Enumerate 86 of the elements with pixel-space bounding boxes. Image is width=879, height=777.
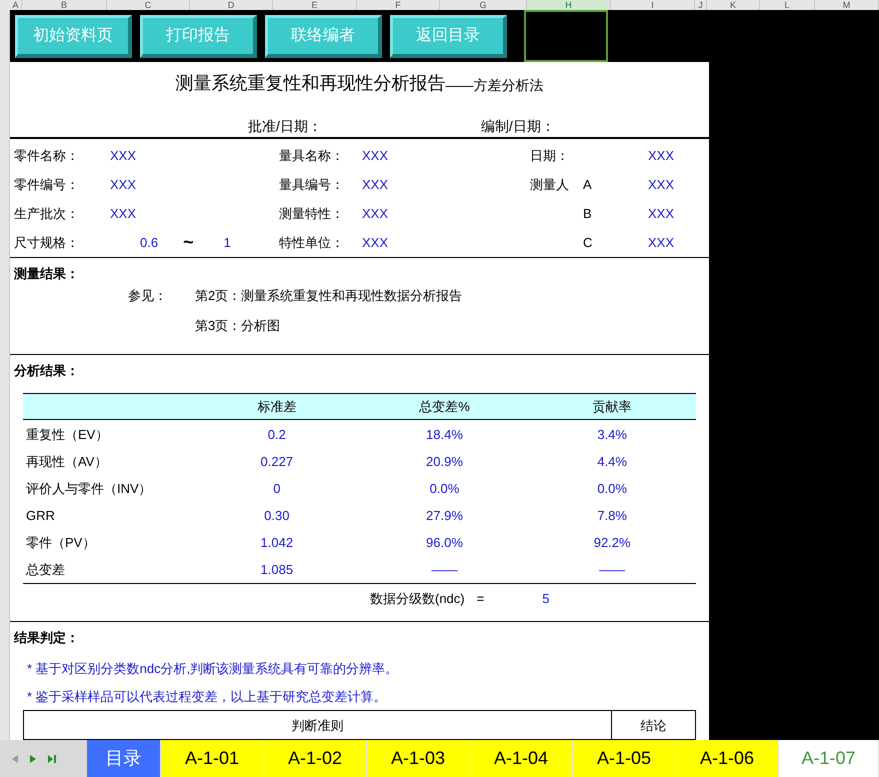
approval-label: 批准/日期： (248, 117, 322, 136)
field-value: XXX (362, 146, 390, 165)
table-cell-text: 1.042 (260, 534, 294, 552)
sheet-tab[interactable]: 目录 (87, 740, 161, 777)
column-heading: 总变差% (418, 398, 471, 416)
column-heading: 贡献率 (592, 398, 633, 416)
column-heading: 标准差 (256, 398, 298, 416)
table-cell-text: 0.227 (260, 452, 294, 471)
field-label: 日期： (530, 146, 570, 165)
table-cell-text: 20.9% (425, 452, 464, 471)
field-value: XXX (648, 146, 676, 165)
column-heading: 判断准则 (24, 711, 612, 739)
field-value: 1 (224, 234, 231, 252)
field-label: 零件名称： (14, 146, 80, 165)
field-value: XXX (110, 146, 138, 165)
field-label: 量具名称： (279, 146, 345, 165)
table-cell-text: 0 (272, 480, 282, 498)
conclusion-note: * 基于对区别分类数ndc分析,判断该测量系统具有可靠的分辨率。 (27, 660, 400, 678)
ndc-value: 5 (542, 590, 550, 608)
table-cell-text: 3.4% (596, 426, 628, 444)
field-label: 测量特性： (279, 204, 345, 223)
row-label: 再现性（AV） (25, 452, 108, 471)
tilde-sign: ~ (183, 231, 194, 254)
field-value: XXX (648, 204, 676, 223)
table-cell-text: 7.8% (596, 506, 628, 525)
sheet-tab[interactable]: A-1-05 (573, 740, 676, 777)
column-header[interactable]: M (815, 0, 879, 10)
field-value: XXX (362, 204, 390, 223)
row-label: GRR (25, 506, 56, 525)
field-value: XXX (362, 176, 390, 194)
section-heading: 测量结果： (14, 265, 80, 283)
field-value: XXX (648, 234, 676, 252)
field-value: 0.6 (140, 234, 158, 252)
table-cell-text: —— (598, 560, 626, 579)
table-cell-text: 0.0% (596, 480, 628, 498)
table-cell-text: 0.30 (263, 506, 290, 525)
report-subtitle: ——方差分析法 (446, 76, 544, 95)
row-label: 总变差 (25, 560, 66, 579)
field-value: XXX (110, 176, 138, 194)
section-heading: 分析结果： (14, 362, 80, 380)
row-label: 重复性（EV） (25, 426, 110, 444)
table-cell-text: —— (430, 560, 458, 579)
section-heading: 结果判定： (14, 629, 80, 647)
field-label: B (583, 204, 593, 223)
selected-cell[interactable] (524, 10, 608, 62)
field-label: 零件编号： (14, 176, 80, 194)
table-cell-text: 92.2% (592, 534, 632, 552)
column-header[interactable]: H (527, 0, 611, 10)
next-sheet-icon[interactable] (30, 754, 36, 762)
table-cell-text: 0.0% (428, 480, 460, 498)
sheet-tab[interactable]: A-1-07 (779, 740, 879, 777)
field-label: 量具编号： (279, 176, 345, 194)
table-cell-text: 18.4% (425, 426, 464, 444)
row-label: 评价人与零件（INV） (25, 480, 153, 498)
field-label: 尺寸规格： (14, 234, 80, 252)
table-cell-text: 96.0% (425, 534, 464, 552)
row-label: 零件（PV） (25, 534, 96, 552)
equals-sign: = (476, 590, 484, 608)
last-sheet-icon[interactable] (48, 754, 56, 762)
table-cell-text: 1.085 (260, 560, 294, 579)
field-label: 特性单位： (279, 234, 345, 252)
field-value: XXX (110, 204, 138, 223)
field-label: C (583, 234, 594, 252)
sheet-tab[interactable]: A-1-02 (264, 740, 367, 777)
previous-sheet-icon[interactable] (12, 754, 18, 762)
column-header[interactable]: L (760, 0, 815, 10)
conclusion-note: * 鉴于采样样品可以代表过程变差，以上基于研究总变差计算。 (27, 688, 388, 706)
table-cell-text: 0.2 (266, 426, 287, 444)
column-heading: 结论 (640, 717, 668, 735)
approval-label: 编制/日期： (480, 117, 555, 136)
sheet-tab[interactable]: A-1-04 (470, 740, 573, 777)
field-value: XXX (648, 176, 676, 194)
sheet-tab[interactable]: A-1-03 (367, 740, 470, 777)
page-reference: 第3页：分析图 (195, 316, 282, 334)
sheet-tab[interactable]: A-1-06 (676, 740, 779, 777)
table-cell-text: 27.9% (425, 506, 464, 525)
field-label: 生产批次： (14, 204, 80, 223)
report-title: 测量系统重复性和再现性分析报告 (176, 72, 446, 95)
field-label: 测量人 (530, 176, 570, 194)
sheet-tab[interactable]: A-1-01 (161, 740, 264, 777)
field-value: XXX (362, 234, 390, 252)
page-reference: 第2页：测量系统重复性和再现性数据分析报告 (195, 287, 462, 305)
field-label: A (583, 176, 593, 194)
table-cell-text: 4.4% (596, 452, 628, 471)
see-label: 参见： (128, 287, 168, 305)
ndc-label: 数据分级数(ndc) (370, 590, 465, 608)
